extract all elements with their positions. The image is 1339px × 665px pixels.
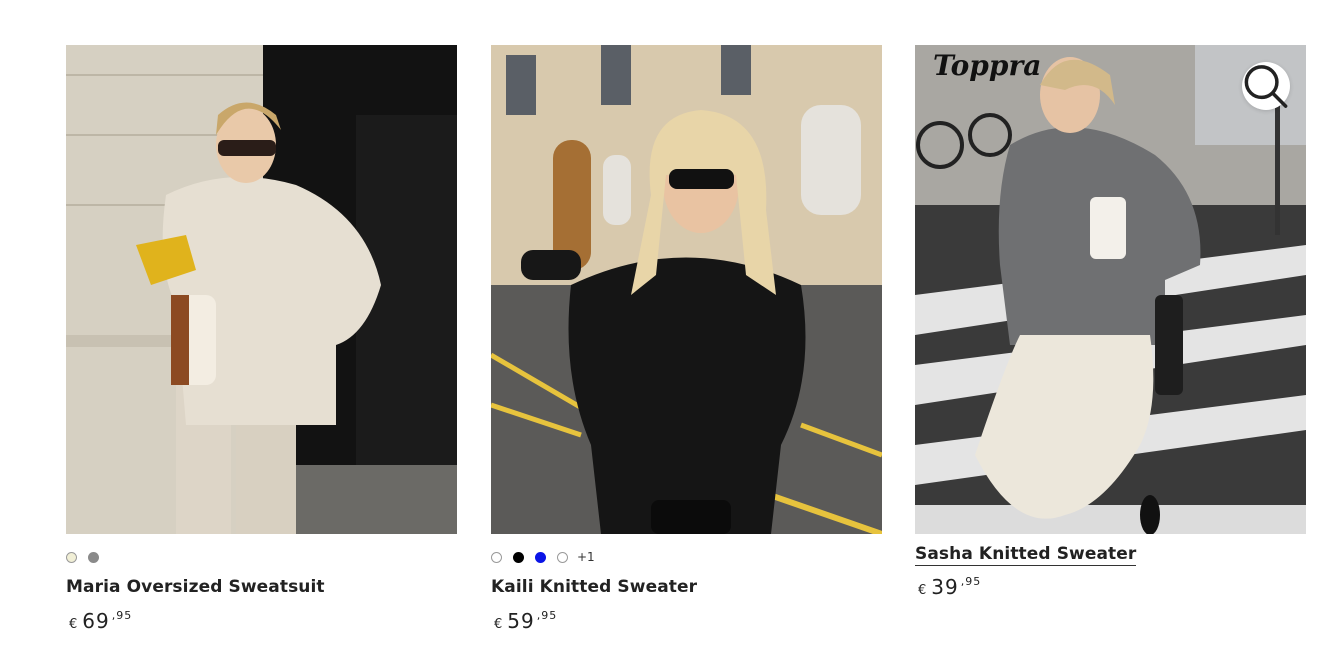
more-colors-count[interactable]: +1 bbox=[577, 550, 595, 564]
product-price: € 69 ,95 bbox=[66, 609, 457, 633]
price-decimals: ,95 bbox=[960, 575, 982, 588]
product-price: € 59 ,95 bbox=[491, 609, 882, 633]
product-image[interactable] bbox=[491, 45, 882, 534]
color-swatch-white-2[interactable] bbox=[557, 551, 568, 563]
product-card-kaili[interactable]: +1 Kaili Knitted Sweater € 59 ,95 bbox=[491, 45, 882, 633]
price-main: 59 bbox=[507, 609, 535, 633]
price-decimals: ,95 bbox=[536, 609, 558, 622]
product-image[interactable] bbox=[66, 45, 457, 534]
color-swatch-grey[interactable] bbox=[88, 551, 99, 563]
product-photo-kaili bbox=[491, 45, 882, 534]
image-watermark: Toppra bbox=[933, 49, 1041, 82]
color-swatches bbox=[66, 550, 457, 564]
price-main: 39 bbox=[931, 575, 959, 599]
product-name[interactable]: Maria Oversized Sweatsuit bbox=[66, 577, 457, 597]
color-swatches: +1 bbox=[491, 550, 882, 564]
product-price: € 39 ,95 bbox=[915, 575, 1306, 599]
price-currency: € bbox=[918, 583, 927, 598]
color-swatch-cream[interactable] bbox=[66, 551, 77, 563]
color-swatch-black[interactable] bbox=[513, 551, 524, 563]
price-currency: € bbox=[69, 617, 78, 632]
color-swatch-white[interactable] bbox=[491, 551, 502, 563]
product-photo-maria bbox=[66, 45, 457, 534]
price-main: 69 bbox=[82, 609, 110, 633]
price-decimals: ,95 bbox=[111, 609, 133, 622]
product-card-maria[interactable]: Maria Oversized Sweatsuit € 69 ,95 bbox=[66, 45, 457, 633]
product-image[interactable]: Toppra bbox=[915, 45, 1306, 534]
product-card-sasha[interactable]: Toppra Sasha Knitted Sweater € 39 ,95 bbox=[915, 45, 1306, 599]
color-swatch-blue[interactable] bbox=[535, 551, 546, 563]
search-icon bbox=[1244, 64, 1288, 108]
zoom-button[interactable] bbox=[1242, 62, 1290, 110]
product-name[interactable]: Sasha Knitted Sweater bbox=[915, 544, 1137, 566]
product-name[interactable]: Kaili Knitted Sweater bbox=[491, 577, 882, 597]
price-currency: € bbox=[494, 617, 503, 632]
